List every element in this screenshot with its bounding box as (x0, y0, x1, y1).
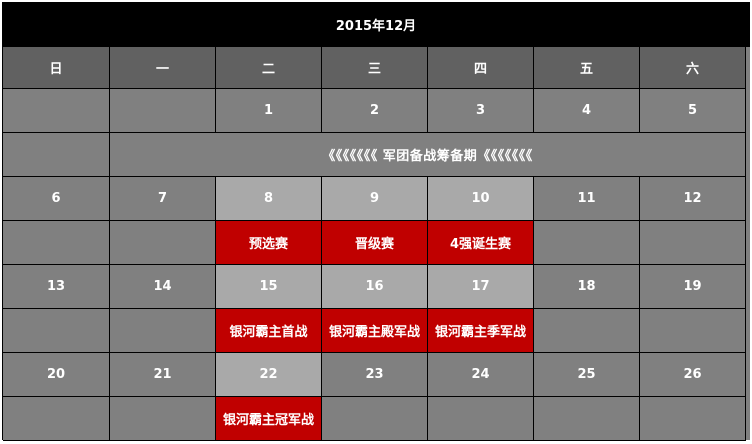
empty-event-cell (110, 221, 216, 265)
weekday-header: 六 (640, 47, 746, 89)
day-cell[interactable]: 21 (110, 353, 216, 397)
weekday-header: 五 (534, 47, 640, 89)
calendar-grid: 日一二三四五六 1 2 3 4 5 《《《《《《《 军团备战筹备期《《《《《《《 6 7 8 9 10… (2, 46, 750, 441)
empty-day-cell (3, 89, 110, 133)
day-cell[interactable]: 22 (216, 353, 322, 397)
day-cell[interactable]: 16 (322, 265, 428, 309)
empty-event-cell (534, 221, 640, 265)
event-cell[interactable]: 银河霸主首战 (216, 309, 322, 353)
empty-event-cell (322, 397, 428, 441)
empty-event-cell (3, 309, 110, 353)
day-cell[interactable]: 15 (216, 265, 322, 309)
empty-event-cell (428, 397, 534, 441)
day-cell[interactable]: 19 (640, 265, 746, 309)
weekday-header: 日 (3, 47, 110, 89)
day-cell[interactable]: 14 (110, 265, 216, 309)
day-cell[interactable]: 23 (322, 353, 428, 397)
empty-event-cell (534, 397, 640, 441)
day-cell[interactable]: 3 (428, 89, 534, 133)
month-title: 2015年12月 (2, 2, 750, 46)
empty-event-cell (640, 397, 746, 441)
day-cell[interactable]: 10 (428, 177, 534, 221)
day-cell[interactable]: 12 (640, 177, 746, 221)
empty-event-cell (110, 397, 216, 441)
event-cell[interactable]: 4强诞生赛 (428, 221, 534, 265)
calendar: 2015年12月 日一二三四五六 1 2 3 4 5 《《《《《《《 军团备战筹备期《《《《… (2, 2, 750, 441)
day-cell[interactable]: 24 (428, 353, 534, 397)
day-cell[interactable]: 13 (3, 265, 110, 309)
day-cell[interactable]: 18 (534, 265, 640, 309)
day-cell[interactable]: 7 (110, 177, 216, 221)
day-cell[interactable]: 1 (216, 89, 322, 133)
day-cell[interactable]: 26 (640, 353, 746, 397)
weekday-header: 二 (216, 47, 322, 89)
empty-event-cell (534, 309, 640, 353)
event-cell[interactable]: 银河霸主季军战 (428, 309, 534, 353)
event-cell[interactable]: 预选赛 (216, 221, 322, 265)
empty-event-cell (3, 397, 110, 441)
day-cell[interactable]: 8 (216, 177, 322, 221)
day-cell[interactable]: 4 (534, 89, 640, 133)
day-cell[interactable]: 2 (322, 89, 428, 133)
weekday-header: 一 (110, 47, 216, 89)
day-cell[interactable]: 9 (322, 177, 428, 221)
event-banner: 《《《《《《《 军团备战筹备期《《《《《《《 (110, 133, 746, 177)
empty-event-cell (110, 309, 216, 353)
weekday-header: 四 (428, 47, 534, 89)
event-cell[interactable]: 银河霸主冠军战 (216, 397, 322, 441)
empty-day-cell (110, 89, 216, 133)
day-cell[interactable]: 6 (3, 177, 110, 221)
day-cell[interactable]: 5 (640, 89, 746, 133)
empty-event-cell (640, 309, 746, 353)
empty-event-cell (640, 221, 746, 265)
event-cell[interactable]: 晋级赛 (322, 221, 428, 265)
day-cell[interactable]: 20 (3, 353, 110, 397)
event-cell[interactable]: 银河霸主殿军战 (322, 309, 428, 353)
empty-event-cell (3, 221, 110, 265)
day-cell[interactable]: 17 (428, 265, 534, 309)
weekday-header: 三 (322, 47, 428, 89)
empty-event-cell (3, 133, 110, 177)
day-cell[interactable]: 25 (534, 353, 640, 397)
day-cell[interactable]: 11 (534, 177, 640, 221)
